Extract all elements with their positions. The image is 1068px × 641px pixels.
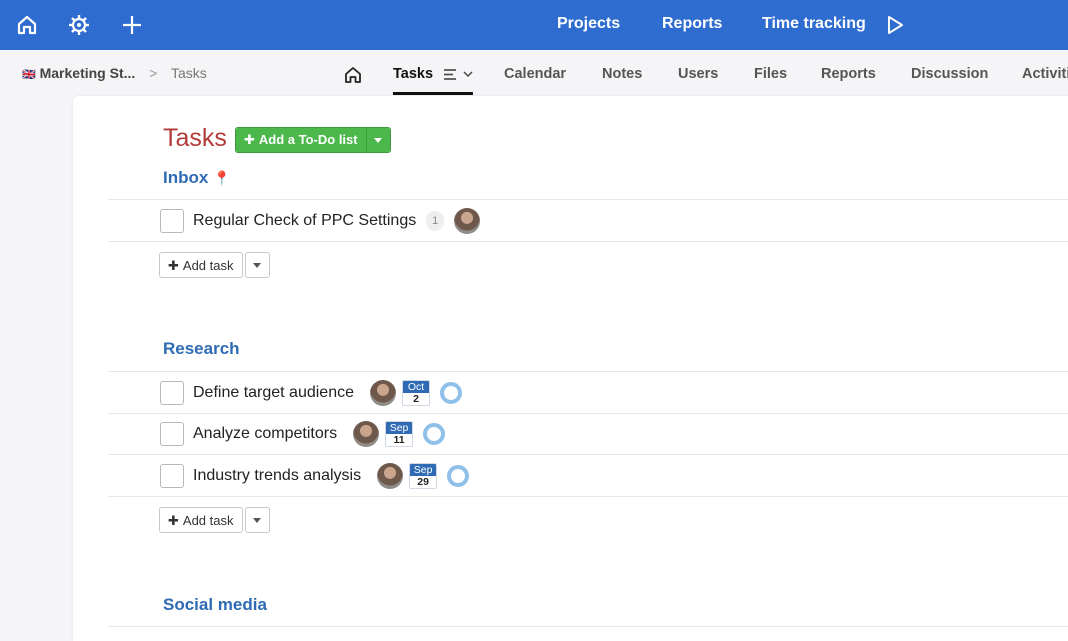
divider bbox=[108, 496, 1068, 497]
tab-tasks[interactable]: Tasks bbox=[393, 66, 433, 82]
caret-down-icon bbox=[253, 517, 261, 523]
due-date-badge[interactable]: Sep 29 bbox=[409, 463, 438, 489]
due-day: 29 bbox=[417, 476, 429, 488]
due-date-badge[interactable]: Sep 11 bbox=[385, 421, 414, 447]
caret-down-icon bbox=[374, 137, 383, 143]
add-task-dropdown[interactable] bbox=[244, 252, 270, 278]
progress-ring-icon[interactable] bbox=[423, 423, 446, 445]
list-title-inbox[interactable]: Inbox 📍 bbox=[163, 168, 231, 188]
task-row[interactable]: Analyze competitors Sep 11 bbox=[160, 421, 446, 447]
nav-reports[interactable]: Reports bbox=[662, 15, 722, 33]
sub-navigation: 🇬🇧 Marketing St... > Tasks Tasks Calenda… bbox=[0, 50, 1068, 96]
pin-icon: 📍 bbox=[213, 170, 231, 186]
page-title: Tasks bbox=[163, 124, 227, 152]
divider bbox=[108, 371, 1068, 372]
add-task-button[interactable]: ✚ Add task bbox=[159, 252, 243, 278]
add-todo-list-button[interactable]: ✚ Add a To-Do list bbox=[236, 128, 366, 152]
tab-reports[interactable]: Reports bbox=[821, 66, 876, 82]
plus-icon[interactable] bbox=[119, 12, 145, 38]
top-bar: Projects Reports Time tracking bbox=[0, 0, 1068, 50]
breadcrumb-separator: > bbox=[149, 65, 158, 81]
due-date-badge[interactable]: Oct 2 bbox=[402, 380, 430, 406]
active-tab-indicator bbox=[393, 92, 473, 95]
flag-icon: 🇬🇧 bbox=[22, 69, 36, 81]
divider bbox=[108, 626, 1068, 627]
divider bbox=[108, 454, 1068, 455]
task-checkbox[interactable] bbox=[160, 381, 184, 405]
tab-discussion[interactable]: Discussion bbox=[911, 66, 988, 82]
nav-time-tracking[interactable]: Time tracking bbox=[762, 15, 866, 33]
tab-activity[interactable]: Activiti bbox=[1022, 66, 1068, 82]
divider bbox=[108, 199, 1068, 200]
list-title-label: Inbox bbox=[163, 168, 209, 187]
task-name[interactable]: Industry trends analysis bbox=[193, 467, 361, 485]
avatar[interactable] bbox=[377, 463, 404, 489]
play-icon[interactable] bbox=[882, 12, 908, 38]
avatar[interactable] bbox=[353, 421, 380, 447]
task-name[interactable]: Analyze competitors bbox=[193, 425, 337, 443]
due-month: Sep bbox=[410, 464, 437, 476]
add-task-button-group: ✚ Add task bbox=[159, 252, 270, 278]
due-month: Sep bbox=[386, 422, 413, 434]
add-todo-list-dropdown[interactable] bbox=[365, 128, 390, 152]
breadcrumb-project[interactable]: Marketing St... bbox=[40, 65, 136, 81]
task-row[interactable]: Regular Check of PPC Settings 1 bbox=[160, 208, 481, 234]
add-task-button-group: ✚ Add task bbox=[159, 507, 270, 533]
task-row[interactable]: Define target audience Oct 2 bbox=[160, 380, 462, 406]
add-task-label: Add task bbox=[182, 258, 234, 273]
tab-files[interactable]: Files bbox=[754, 66, 787, 82]
add-todo-list-label: Add a To-Do list bbox=[258, 132, 358, 147]
list-title-research[interactable]: Research bbox=[163, 339, 240, 359]
add-task-dropdown[interactable] bbox=[244, 507, 270, 533]
nav-projects[interactable]: Projects bbox=[557, 15, 620, 33]
tab-home-icon[interactable] bbox=[343, 65, 363, 90]
task-name[interactable]: Define target audience bbox=[193, 384, 354, 402]
breadcrumb: 🇬🇧 Marketing St... > Tasks bbox=[22, 65, 207, 81]
task-checkbox[interactable] bbox=[160, 422, 184, 446]
plus-icon: ✚ bbox=[168, 513, 179, 528]
plus-icon: ✚ bbox=[168, 258, 179, 273]
breadcrumb-current: Tasks bbox=[171, 65, 207, 81]
progress-ring-icon[interactable] bbox=[447, 465, 470, 487]
task-name[interactable]: Regular Check of PPC Settings bbox=[193, 212, 416, 230]
divider bbox=[108, 241, 1068, 242]
tab-users[interactable]: Users bbox=[678, 66, 718, 82]
add-task-button[interactable]: ✚ Add task bbox=[159, 507, 243, 533]
add-todo-list-button-group: ✚ Add a To-Do list bbox=[235, 127, 391, 153]
due-month: Oct bbox=[403, 381, 429, 393]
avatar[interactable] bbox=[370, 380, 396, 406]
task-checkbox[interactable] bbox=[160, 464, 184, 488]
caret-down-icon bbox=[253, 262, 261, 268]
list-title-social-media[interactable]: Social media bbox=[163, 595, 267, 615]
progress-ring-icon[interactable] bbox=[440, 382, 462, 404]
settings-icon[interactable] bbox=[66, 12, 92, 38]
divider bbox=[108, 413, 1068, 414]
list-view-icon[interactable] bbox=[444, 68, 474, 87]
task-checkbox[interactable] bbox=[160, 209, 184, 233]
home-icon[interactable] bbox=[14, 12, 40, 38]
task-row[interactable]: Industry trends analysis Sep 29 bbox=[160, 463, 470, 489]
avatar[interactable] bbox=[454, 208, 481, 234]
tab-calendar[interactable]: Calendar bbox=[504, 66, 566, 82]
plus-icon: ✚ bbox=[244, 132, 255, 147]
comment-count-badge[interactable]: 1 bbox=[426, 211, 445, 231]
due-day: 11 bbox=[393, 434, 405, 446]
tab-notes[interactable]: Notes bbox=[602, 66, 642, 82]
due-day: 2 bbox=[413, 393, 419, 405]
add-task-label: Add task bbox=[182, 513, 234, 528]
